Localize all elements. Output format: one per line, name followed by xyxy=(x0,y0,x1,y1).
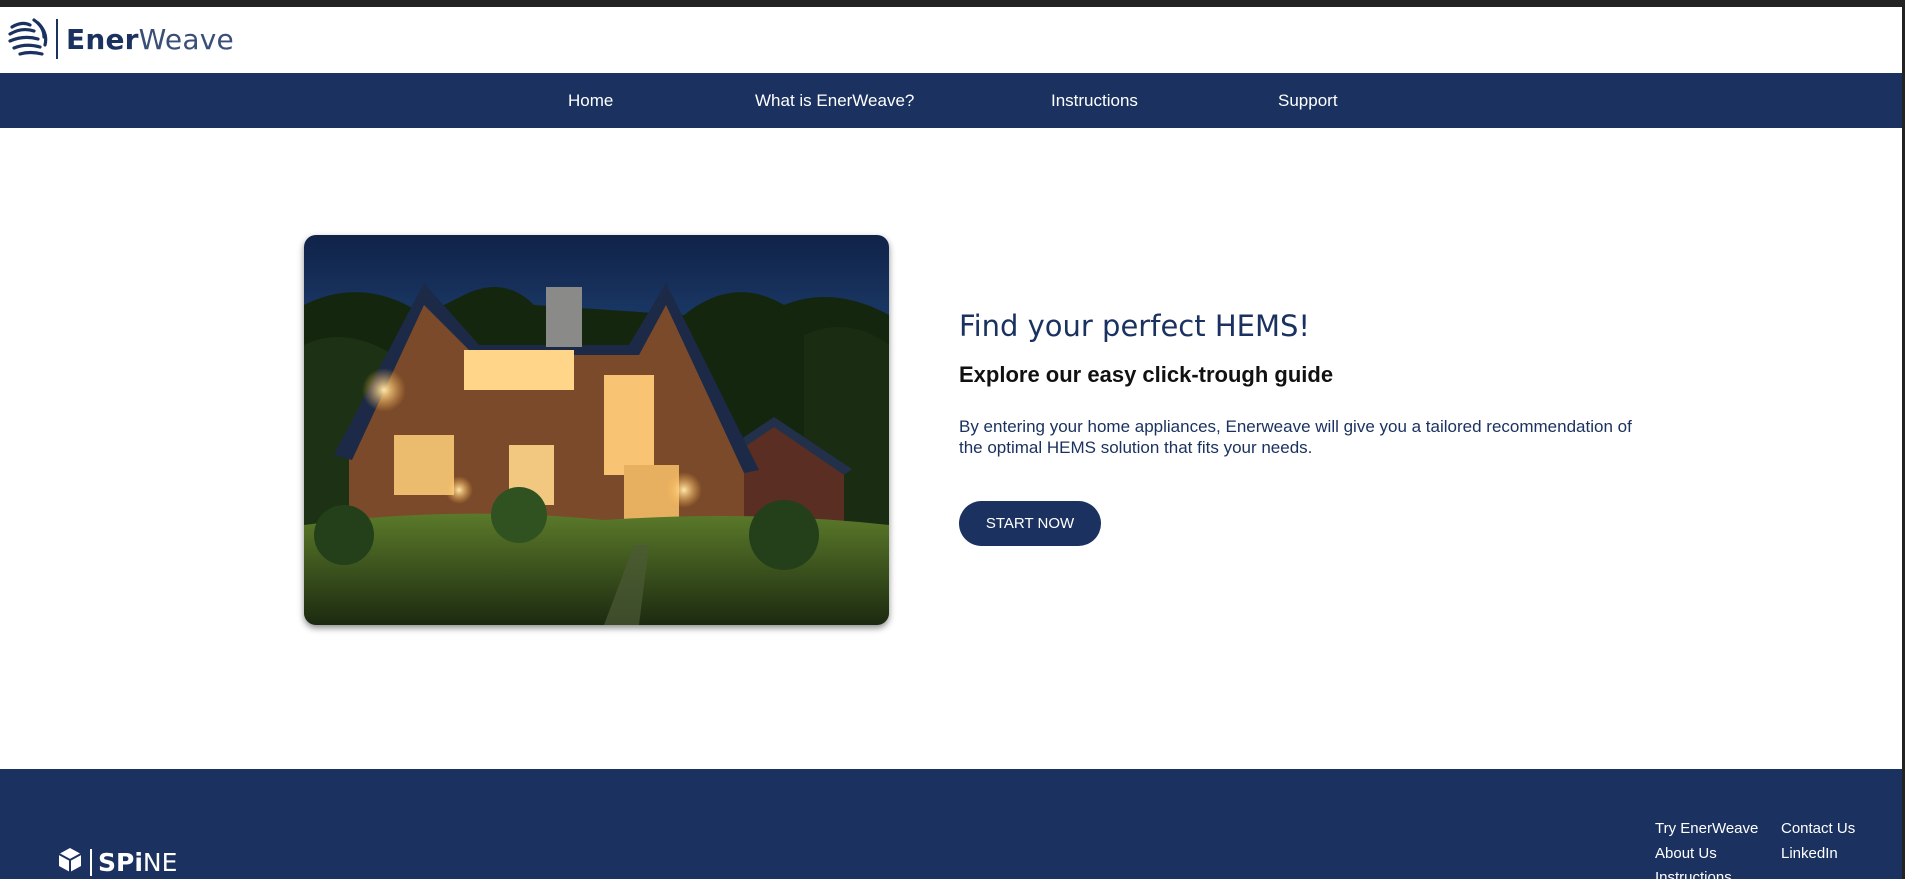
enerweave-wordmark: EnerWeave xyxy=(66,23,234,56)
enerweave-logo-icon xyxy=(8,17,48,62)
nav-support[interactable]: Support xyxy=(1278,73,1338,128)
hero-description: By entering your home appliances, Enerwe… xyxy=(959,417,1632,457)
spine-wordmark: SPiNE xyxy=(98,848,177,877)
wordmark-light: Weave xyxy=(138,22,234,56)
spine-logo[interactable]: SPiNE xyxy=(56,846,177,879)
hero-title: Find your perfect HEMS! xyxy=(959,309,1311,343)
wordmark-bold: Ener xyxy=(66,22,139,56)
spine-wordmark-bold: SPi xyxy=(98,848,143,877)
spine-logo-divider xyxy=(90,849,92,876)
footer-link-about-us[interactable]: About Us xyxy=(1655,845,1717,862)
site-header: EnerWeave xyxy=(0,7,1902,73)
footer-link-instructions[interactable]: Instructions xyxy=(1655,869,1732,886)
footer-link-contact-us[interactable]: Contact Us xyxy=(1781,820,1855,837)
footer-link-linkedin[interactable]: LinkedIn xyxy=(1781,845,1838,862)
main-navigation: Home What is EnerWeave? Instructions Sup… xyxy=(0,73,1902,128)
hero-subtitle: Explore our easy click-trough guide xyxy=(959,362,1334,387)
window-top-border xyxy=(0,0,1905,7)
house-at-dusk-photo xyxy=(304,235,889,625)
nav-home[interactable]: Home xyxy=(568,73,613,128)
nav-what-is-enerweave[interactable]: What is EnerWeave? xyxy=(755,73,914,128)
site-footer: SPiNE Try EnerWeave Contact Us About Us … xyxy=(0,769,1902,886)
nav-instructions[interactable]: Instructions xyxy=(1051,73,1138,128)
enerweave-logo[interactable]: EnerWeave xyxy=(8,17,234,62)
footer-link-try-enerweave[interactable]: Try EnerWeave xyxy=(1655,820,1758,837)
spine-wordmark-light: NE xyxy=(142,848,178,877)
spine-cube-icon xyxy=(56,846,84,879)
start-now-button[interactable]: START NOW xyxy=(959,501,1101,546)
logo-divider xyxy=(56,19,58,59)
